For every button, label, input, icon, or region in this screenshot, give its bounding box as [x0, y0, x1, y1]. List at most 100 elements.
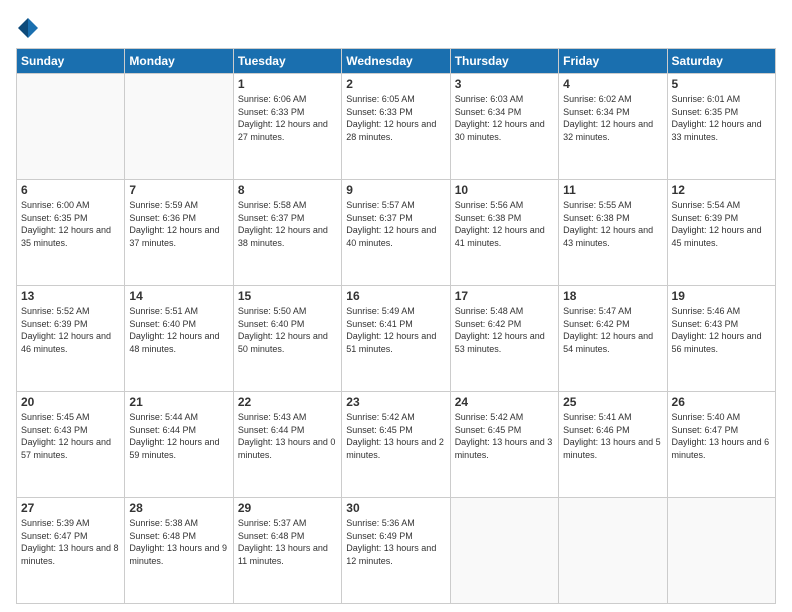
weekday-header-wednesday: Wednesday [342, 49, 450, 74]
day-info: Sunrise: 5:39 AMSunset: 6:47 PMDaylight:… [21, 517, 120, 567]
calendar-cell: 19 Sunrise: 5:46 AMSunset: 6:43 PMDayligh… [667, 286, 775, 392]
day-number: 4 [563, 77, 662, 91]
logo-icon [16, 16, 40, 40]
day-number: 6 [21, 183, 120, 197]
calendar-cell: 8 Sunrise: 5:58 AMSunset: 6:37 PMDaylight… [233, 180, 341, 286]
calendar-cell: 12 Sunrise: 5:54 AMSunset: 6:39 PMDayligh… [667, 180, 775, 286]
day-number: 30 [346, 501, 445, 515]
day-info: Sunrise: 5:43 AMSunset: 6:44 PMDaylight:… [238, 411, 337, 461]
calendar-week-row: 27 Sunrise: 5:39 AMSunset: 6:47 PMDayligh… [17, 498, 776, 604]
calendar-page: SundayMondayTuesdayWednesdayThursdayFrid… [0, 0, 792, 612]
day-number: 22 [238, 395, 337, 409]
day-info: Sunrise: 5:42 AMSunset: 6:45 PMDaylight:… [455, 411, 554, 461]
day-info: Sunrise: 6:03 AMSunset: 6:34 PMDaylight:… [455, 93, 554, 143]
calendar-cell: 13 Sunrise: 5:52 AMSunset: 6:39 PMDayligh… [17, 286, 125, 392]
day-info: Sunrise: 5:40 AMSunset: 6:47 PMDaylight:… [672, 411, 771, 461]
day-number: 16 [346, 289, 445, 303]
day-number: 10 [455, 183, 554, 197]
calendar-cell: 15Sunrise: 5:50 AMSunset: 6:40 PMDayligh… [233, 286, 341, 392]
calendar-cell [17, 74, 125, 180]
day-number: 14 [129, 289, 228, 303]
day-info: Sunrise: 5:38 AMSunset: 6:48 PMDaylight:… [129, 517, 228, 567]
calendar-cell: 11 Sunrise: 5:55 AMSunset: 6:38 PMDayligh… [559, 180, 667, 286]
calendar-cell: 30Sunrise: 5:36 AMSunset: 6:49 PMDayligh… [342, 498, 450, 604]
calendar-week-row: 6 Sunrise: 6:00 AMSunset: 6:35 PMDaylight… [17, 180, 776, 286]
weekday-header-sunday: Sunday [17, 49, 125, 74]
calendar-cell: 28Sunrise: 5:38 AMSunset: 6:48 PMDayligh… [125, 498, 233, 604]
day-info: Sunrise: 5:56 AMSunset: 6:38 PMDaylight:… [455, 199, 554, 249]
day-info: Sunrise: 5:46 AMSunset: 6:43 PMDaylight:… [672, 305, 771, 355]
day-number: 3 [455, 77, 554, 91]
day-number: 12 [672, 183, 771, 197]
day-info: Sunrise: 5:59 AMSunset: 6:36 PMDaylight:… [129, 199, 228, 249]
calendar-cell: 23 Sunrise: 5:42 AMSunset: 6:45 PMDayligh… [342, 392, 450, 498]
day-number: 9 [346, 183, 445, 197]
day-info: Sunrise: 5:58 AMSunset: 6:37 PMDaylight:… [238, 199, 337, 249]
weekday-header-thursday: Thursday [450, 49, 558, 74]
calendar-cell: 4 Sunrise: 6:02 AMSunset: 6:34 PMDaylight… [559, 74, 667, 180]
day-info: Sunrise: 5:55 AMSunset: 6:38 PMDaylight:… [563, 199, 662, 249]
calendar-week-row: 20 Sunrise: 5:45 AMSunset: 6:43 PMDayligh… [17, 392, 776, 498]
day-info: Sunrise: 6:06 AMSunset: 6:33 PMDaylight:… [238, 93, 337, 143]
weekday-header-friday: Friday [559, 49, 667, 74]
day-number: 27 [21, 501, 120, 515]
day-info: Sunrise: 5:41 AMSunset: 6:46 PMDaylight:… [563, 411, 662, 461]
day-info: Sunrise: 6:05 AMSunset: 6:33 PMDaylight:… [346, 93, 445, 143]
day-info: Sunrise: 5:44 AMSunset: 6:44 PMDaylight:… [129, 411, 228, 461]
calendar-cell: 17 Sunrise: 5:48 AMSunset: 6:42 PMDayligh… [450, 286, 558, 392]
calendar-cell: 3 Sunrise: 6:03 AMSunset: 6:34 PMDaylight… [450, 74, 558, 180]
calendar-cell: 21 Sunrise: 5:44 AMSunset: 6:44 PMDayligh… [125, 392, 233, 498]
day-number: 20 [21, 395, 120, 409]
day-info: Sunrise: 6:02 AMSunset: 6:34 PMDaylight:… [563, 93, 662, 143]
day-number: 26 [672, 395, 771, 409]
day-number: 24 [455, 395, 554, 409]
calendar-cell: 1 Sunrise: 6:06 AMSunset: 6:33 PMDaylight… [233, 74, 341, 180]
weekday-header-monday: Monday [125, 49, 233, 74]
day-number: 5 [672, 77, 771, 91]
day-number: 11 [563, 183, 662, 197]
calendar-cell [450, 498, 558, 604]
calendar-week-row: 1 Sunrise: 6:06 AMSunset: 6:33 PMDaylight… [17, 74, 776, 180]
day-number: 8 [238, 183, 337, 197]
day-info: Sunrise: 5:37 AMSunset: 6:48 PMDaylight:… [238, 517, 337, 567]
day-info: Sunrise: 5:45 AMSunset: 6:43 PMDaylight:… [21, 411, 120, 461]
day-info: Sunrise: 5:52 AMSunset: 6:39 PMDaylight:… [21, 305, 120, 355]
calendar-cell: 20 Sunrise: 5:45 AMSunset: 6:43 PMDayligh… [17, 392, 125, 498]
day-number: 17 [455, 289, 554, 303]
calendar-cell: 14 Sunrise: 5:51 AMSunset: 6:40 PMDayligh… [125, 286, 233, 392]
calendar-cell [125, 74, 233, 180]
day-number: 18 [563, 289, 662, 303]
calendar-cell: 18Sunrise: 5:47 AMSunset: 6:42 PMDayligh… [559, 286, 667, 392]
day-info: Sunrise: 5:49 AMSunset: 6:41 PMDaylight:… [346, 305, 445, 355]
weekday-header-row: SundayMondayTuesdayWednesdayThursdayFrid… [17, 49, 776, 74]
calendar-cell: 9 Sunrise: 5:57 AMSunset: 6:37 PMDaylight… [342, 180, 450, 286]
day-info: Sunrise: 5:42 AMSunset: 6:45 PMDaylight:… [346, 411, 445, 461]
day-number: 13 [21, 289, 120, 303]
day-number: 29 [238, 501, 337, 515]
calendar-cell: 5 Sunrise: 6:01 AMSunset: 6:35 PMDaylight… [667, 74, 775, 180]
weekday-header-tuesday: Tuesday [233, 49, 341, 74]
day-info: Sunrise: 5:54 AMSunset: 6:39 PMDaylight:… [672, 199, 771, 249]
day-info: Sunrise: 5:48 AMSunset: 6:42 PMDaylight:… [455, 305, 554, 355]
calendar-cell: 27 Sunrise: 5:39 AMSunset: 6:47 PMDayligh… [17, 498, 125, 604]
calendar-table: SundayMondayTuesdayWednesdayThursdayFrid… [16, 48, 776, 604]
day-info: Sunrise: 6:00 AMSunset: 6:35 PMDaylight:… [21, 199, 120, 249]
calendar-cell: 24 Sunrise: 5:42 AMSunset: 6:45 PMDayligh… [450, 392, 558, 498]
calendar-cell: 22 Sunrise: 5:43 AMSunset: 6:44 PMDayligh… [233, 392, 341, 498]
calendar-week-row: 13 Sunrise: 5:52 AMSunset: 6:39 PMDayligh… [17, 286, 776, 392]
day-number: 2 [346, 77, 445, 91]
calendar-cell [559, 498, 667, 604]
day-number: 23 [346, 395, 445, 409]
calendar-cell: 10 Sunrise: 5:56 AMSunset: 6:38 PMDayligh… [450, 180, 558, 286]
calendar-cell [667, 498, 775, 604]
day-info: Sunrise: 5:51 AMSunset: 6:40 PMDaylight:… [129, 305, 228, 355]
calendar-cell: 25 Sunrise: 5:41 AMSunset: 6:46 PMDayligh… [559, 392, 667, 498]
calendar-cell: 29 Sunrise: 5:37 AMSunset: 6:48 PMDayligh… [233, 498, 341, 604]
calendar-cell: 6 Sunrise: 6:00 AMSunset: 6:35 PMDaylight… [17, 180, 125, 286]
day-number: 25 [563, 395, 662, 409]
day-number: 1 [238, 77, 337, 91]
day-info: Sunrise: 6:01 AMSunset: 6:35 PMDaylight:… [672, 93, 771, 143]
day-number: 19 [672, 289, 771, 303]
day-number: 21 [129, 395, 228, 409]
day-info: Sunrise: 5:57 AMSunset: 6:37 PMDaylight:… [346, 199, 445, 249]
